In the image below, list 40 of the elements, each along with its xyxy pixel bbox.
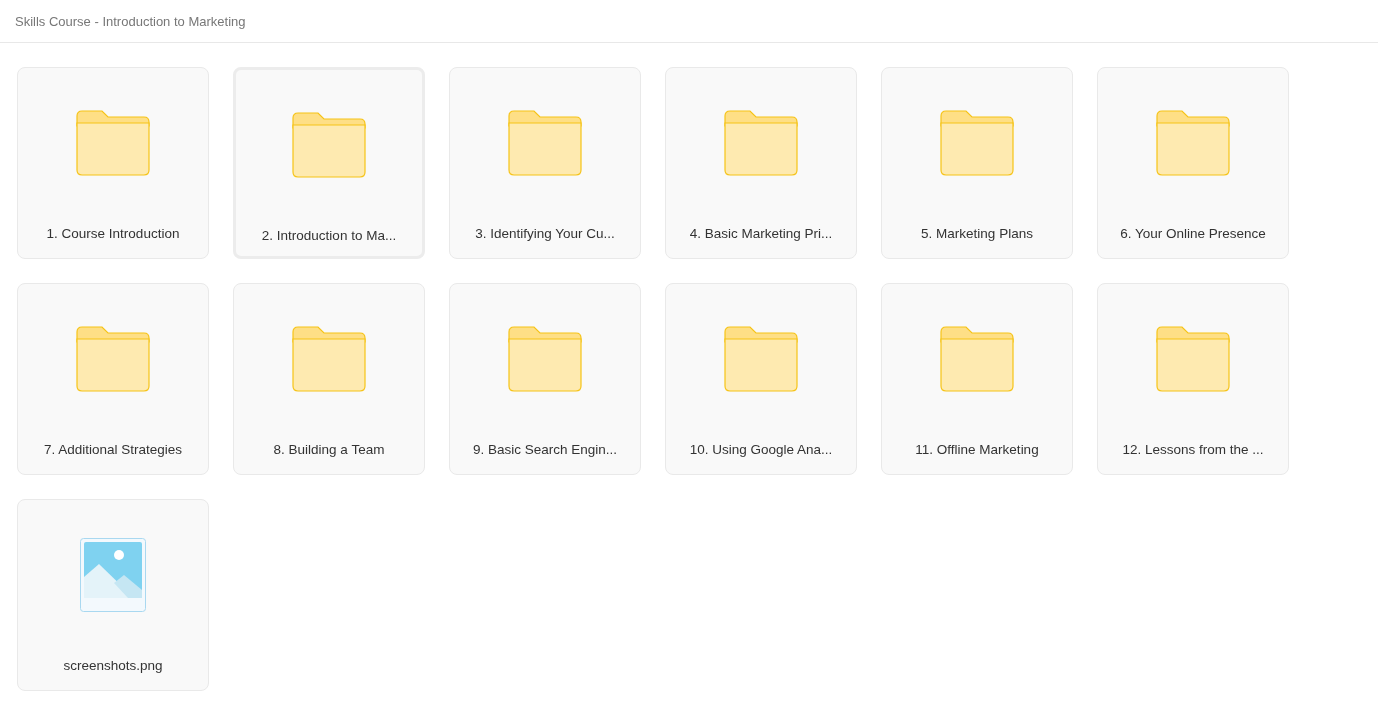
file-name: 12. Lessons from the ...: [1122, 442, 1264, 457]
file-tile[interactable]: 7. Additional Strategies: [17, 283, 209, 475]
folder-icon: [724, 110, 798, 176]
file-tile[interactable]: 6. Your Online Presence: [1097, 67, 1289, 259]
file-tile[interactable]: 1. Course Introduction: [17, 67, 209, 259]
folder-icon: [508, 326, 582, 392]
file-tile[interactable]: 3. Identifying Your Cu...: [449, 67, 641, 259]
file-tile[interactable]: screenshots.png: [17, 499, 209, 691]
folder-icon: [1156, 110, 1230, 176]
file-name: 3. Identifying Your Cu...: [475, 226, 615, 241]
folder-icon: [508, 110, 582, 176]
file-name: 10. Using Google Ana...: [689, 442, 833, 457]
image-file-icon: [80, 538, 146, 612]
file-tile[interactable]: 11. Offline Marketing: [881, 283, 1073, 475]
file-tile[interactable]: 2. Introduction to Ma...: [233, 67, 425, 259]
folder-icon: [940, 326, 1014, 392]
file-name: 4. Basic Marketing Pri...: [689, 226, 833, 241]
folder-icon: [1156, 326, 1230, 392]
file-tile[interactable]: 4. Basic Marketing Pri...: [665, 67, 857, 259]
file-name: 9. Basic Search Engin...: [472, 442, 618, 457]
file-tile[interactable]: 8. Building a Team: [233, 283, 425, 475]
file-tile[interactable]: 10. Using Google Ana...: [665, 283, 857, 475]
folder-icon: [292, 326, 366, 392]
file-name: screenshots.png: [63, 658, 163, 673]
folder-icon: [724, 326, 798, 392]
folder-icon: [292, 112, 366, 178]
file-tile[interactable]: 9. Basic Search Engin...: [449, 283, 641, 475]
file-tile[interactable]: 12. Lessons from the ...: [1097, 283, 1289, 475]
file-name: 2. Introduction to Ma...: [261, 228, 397, 243]
file-name: 7. Additional Strategies: [43, 442, 183, 457]
folder-icon: [940, 110, 1014, 176]
folder-icon: [76, 110, 150, 176]
breadcrumb-title: Skills Course - Introduction to Marketing: [15, 13, 246, 29]
file-name: 6. Your Online Presence: [1120, 226, 1266, 241]
file-name: 11. Offline Marketing: [915, 442, 1039, 457]
file-name: 1. Course Introduction: [46, 226, 180, 241]
file-name: 5. Marketing Plans: [921, 226, 1033, 241]
file-tile[interactable]: 5. Marketing Plans: [881, 67, 1073, 259]
file-name: 8. Building a Team: [273, 442, 385, 457]
folder-icon: [76, 326, 150, 392]
